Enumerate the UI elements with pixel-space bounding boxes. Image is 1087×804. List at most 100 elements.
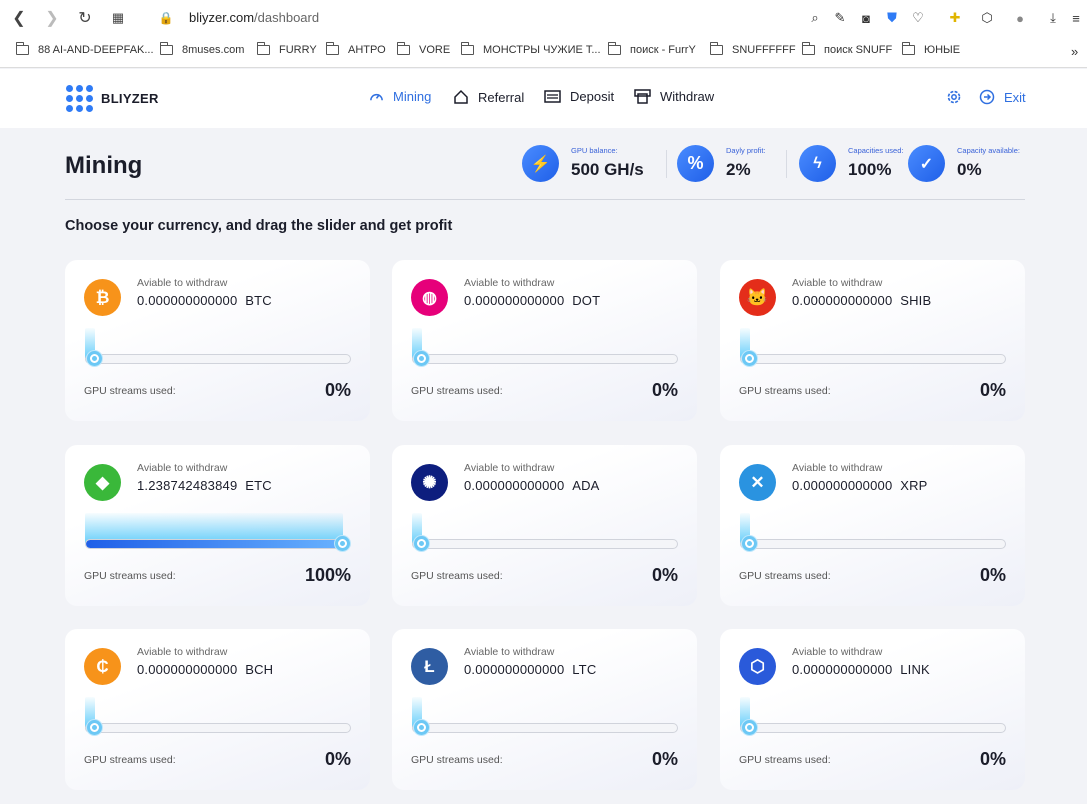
gpu-slider-track[interactable] [412,354,678,364]
gpu-slider-track[interactable] [740,723,1006,733]
bookmark-item[interactable]: АНТРО [326,42,386,56]
amount-value: 0.000000000000 [792,662,893,677]
currency-card-bch: ₵ Aviable to withdraw 0.000000000000 BCH GP… [65,629,370,790]
logout-icon [979,89,995,105]
edit-icon[interactable]: ✎ [831,9,849,27]
coin-glyph: ◆ [95,472,110,492]
page-title: Mining [65,152,143,179]
nav-withdraw[interactable]: Withdraw [634,89,714,104]
search-icon[interactable]: ⌕ [806,9,824,27]
bookmark-item[interactable]: 8muses.com [160,42,245,56]
nav-label: Referral [478,89,525,105]
available-amount: 0.000000000000 DOT [464,293,600,308]
bookmark-item[interactable]: МОНСТРЫ ЧУЖИЕ Т... [461,42,601,56]
gpu-slider-handle[interactable] [742,720,757,735]
battery-charge-icon: ⚡ [522,145,559,182]
gpu-slider-handle[interactable] [742,536,757,551]
browser-toolbar: ❮ ❯ ↻ ▦ 🔒 bliyzer.com/dashboard ⌕ ✎ ◙ ⛊ … [0,0,1087,36]
reload-icon[interactable]: ↻ [75,8,95,28]
available-amount: 0.000000000000 BCH [137,662,273,677]
bookmark-label: VORE [419,44,451,56]
gpu-slider-handle[interactable] [414,536,429,551]
gpu-slider-handle[interactable] [87,351,102,366]
check-circle-icon: ✓ [908,145,945,182]
available-amount: 1.238742483849 ETC [137,478,272,493]
bookmark-item[interactable]: FURRY [257,42,317,56]
grid-icon[interactable]: ▦ [108,8,128,28]
exit-label: Exit [1004,89,1026,105]
heart-icon[interactable]: ♡ [909,9,927,27]
address-bar[interactable]: bliyzer.com/dashboard [189,10,319,25]
bookmark-label: поиск - FurrY [630,44,696,56]
nav-label: Deposit [570,89,615,104]
gpu-slider-handle[interactable] [87,720,102,735]
logo-text[interactable]: BLIYZER [101,91,159,106]
gpu-streams-label: GPU streams used: [84,570,176,582]
available-label: Aviable to withdraw [464,646,555,658]
etc-coin-icon: ◆ [84,464,121,501]
menu-icon[interactable]: ≡ [1067,9,1085,27]
nav-deposit[interactable]: Deposit [544,89,614,104]
coin-ticker: SHIB [900,293,932,308]
bookmark-label: 8muses.com [182,44,245,56]
gpu-slider-track[interactable] [412,539,678,549]
gpu-slider-handle[interactable] [414,720,429,735]
link-coin-icon: ⬡ [739,648,776,685]
gpu-streams-percent: 0% [324,749,351,769]
extension-icon[interactable]: ✚ [946,9,964,27]
settings-button[interactable] [946,89,971,105]
gpu-slider-track[interactable] [85,539,351,549]
cube-icon[interactable]: ⬡ [978,9,996,27]
gpu-slider-track[interactable] [740,539,1006,549]
available-label: Aviable to withdraw [792,646,883,658]
shield-icon[interactable]: ⛊ [883,9,901,27]
bookmark-item[interactable]: ЮНЫЕ [902,42,961,56]
bookmark-label: SNUFFFFFF [732,44,796,56]
bookmark-item[interactable]: SNUFFFFFF [710,42,796,56]
back-icon[interactable]: ❮ [9,8,29,28]
forward-icon[interactable]: ❯ [42,8,62,28]
gpu-slider-track[interactable] [740,354,1006,364]
stat-capacity-available: ✓ Capacity available: 0% [908,145,1033,185]
gear-icon [947,90,961,104]
gpu-slider-track[interactable] [412,723,678,733]
url-path: /dashboard [254,10,320,25]
gpu-slider-handle[interactable] [335,536,350,551]
gpu-slider-track[interactable] [85,723,351,733]
gpu-streams-label: GPU streams used: [84,754,176,766]
btc-coin-icon: ₿ [84,279,121,316]
nav-referral[interactable]: Referral [453,89,524,105]
coin-glyph: ₿ [95,287,110,307]
lock-icon[interactable]: 🔒 [156,8,176,28]
coin-glyph: 🐱 [746,287,769,307]
bookmarks-bar: 88 AI-AND-DEEPFAK... 8muses.com FURRY АН… [0,36,1087,68]
gpu-slider-handle[interactable] [414,351,429,366]
gpu-streams-label: GPU streams used: [411,754,503,766]
profile-icon[interactable]: ● [1011,9,1029,27]
folder-icon [16,42,29,55]
stat-separator [666,150,667,178]
amount-value: 0.000000000000 [792,478,893,493]
exit-button[interactable]: Exit [979,89,1026,105]
currency-card-shib: 🐱 Aviable to withdraw 0.000000000000 SHIB G… [720,260,1025,421]
available-label: Aviable to withdraw [792,462,883,474]
coin-ticker: BTC [245,293,272,308]
available-amount: 0.000000000000 BTC [137,293,272,308]
amount-value: 0.000000000000 [464,293,565,308]
coin-ticker: LINK [900,662,930,677]
logo-icon[interactable] [66,85,94,113]
camera-icon[interactable]: ◙ [857,9,875,27]
gpu-slider-track[interactable] [85,354,351,364]
more-bookmarks-icon[interactable]: » [1071,44,1078,59]
bookmark-item[interactable]: поиск SNUFF [802,42,892,56]
folder-icon [802,42,815,55]
bookmark-label: ЮНЫЕ [924,44,961,56]
bookmark-item[interactable]: VORE [397,42,451,56]
bookmark-item[interactable]: поиск - FurrY [608,42,696,56]
bookmark-item[interactable]: 88 AI-AND-DEEPFAK... [16,42,154,56]
gpu-slider-handle[interactable] [742,351,757,366]
gpu-streams-percent: 0% [651,749,678,769]
download-icon[interactable]: ⤓ [1044,9,1062,27]
folder-icon [902,42,915,55]
nav-mining[interactable]: Mining [369,89,431,104]
